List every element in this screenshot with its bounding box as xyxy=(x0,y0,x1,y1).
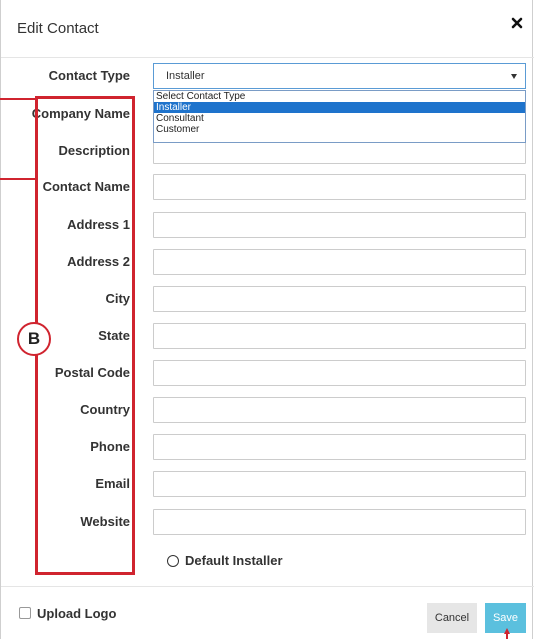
contact-type-select[interactable]: Installer xyxy=(153,63,526,89)
country-label: Country xyxy=(80,402,130,417)
contact-type-selected-value: Installer xyxy=(166,70,205,82)
email-input[interactable] xyxy=(153,471,526,497)
field-row-state: State xyxy=(1,323,534,349)
dialog-title: Edit Contact xyxy=(17,20,99,37)
address-2-input[interactable] xyxy=(153,249,526,275)
option-consultant[interactable]: Consultant xyxy=(154,113,525,124)
postal-code-input[interactable] xyxy=(153,360,526,386)
upload-logo-label: Upload Logo xyxy=(37,606,117,621)
contact-name-input[interactable] xyxy=(153,174,526,200)
dialog-footer: Upload Logo Cancel Save xyxy=(1,586,534,639)
field-row-city: City xyxy=(1,286,534,312)
field-row-contact-name: Contact Name xyxy=(1,174,534,200)
contact-type-dropdown[interactable]: Select Contact Type Installer Consultant… xyxy=(153,90,526,143)
country-input[interactable] xyxy=(153,397,526,423)
address-2-label: Address 2 xyxy=(67,254,130,269)
default-installer-radio[interactable]: Default Installer xyxy=(167,553,283,569)
address-1-label: Address 1 xyxy=(67,217,130,232)
close-icon[interactable] xyxy=(510,16,524,30)
email-label: Email xyxy=(95,476,130,491)
company-name-label: Company Name xyxy=(31,106,130,121)
default-installer-label: Default Installer xyxy=(185,553,283,568)
city-label: City xyxy=(105,291,130,306)
option-installer[interactable]: Installer xyxy=(154,102,525,113)
field-row-postal-code: Postal Code xyxy=(1,360,534,386)
cancel-button[interactable]: Cancel xyxy=(427,603,477,633)
dialog-header: Edit Contact xyxy=(1,0,534,58)
phone-label: Phone xyxy=(90,439,130,454)
state-label: State xyxy=(98,328,130,343)
field-row-phone: Phone xyxy=(1,434,534,460)
upload-logo-checkbox[interactable]: Upload Logo xyxy=(19,606,116,621)
option-select-contact-type[interactable]: Select Contact Type xyxy=(154,91,525,102)
contact-type-label: Contact Type xyxy=(48,68,130,83)
annotation-callout-b: B xyxy=(17,322,51,356)
field-row-country: Country xyxy=(1,397,534,423)
contact-name-label: Contact Name xyxy=(42,179,130,194)
address-1-input[interactable] xyxy=(153,212,526,238)
description-label: Description xyxy=(58,143,130,158)
annotation-arrow-stem xyxy=(506,634,508,639)
field-row-address-2: Address 2 xyxy=(1,249,534,275)
postal-code-label: Postal Code xyxy=(54,365,130,380)
chevron-down-icon xyxy=(511,74,517,79)
edit-contact-dialog: Edit Contact Contact Type Installer Sele… xyxy=(0,0,534,639)
radio-circle-icon[interactable] xyxy=(167,555,179,567)
checkbox-icon[interactable] xyxy=(19,607,31,619)
city-input[interactable] xyxy=(153,286,526,312)
option-customer[interactable]: Customer xyxy=(154,124,525,135)
field-row-address-1: Address 1 xyxy=(1,212,534,238)
phone-input[interactable] xyxy=(153,434,526,460)
website-label: Website xyxy=(80,514,130,529)
field-row-email: Email xyxy=(1,471,534,497)
field-row-website: Website xyxy=(1,509,534,535)
website-input[interactable] xyxy=(153,509,526,535)
state-input[interactable] xyxy=(153,323,526,349)
save-button[interactable]: Save xyxy=(485,603,526,633)
